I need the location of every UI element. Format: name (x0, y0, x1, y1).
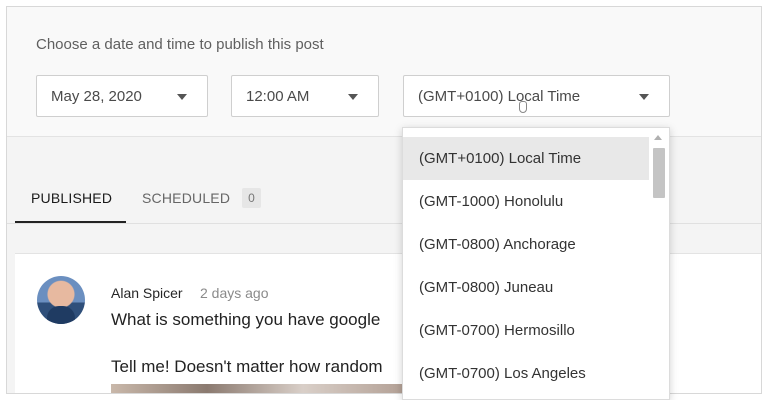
timezone-option[interactable]: (GMT-0800) Anchorage (403, 223, 651, 266)
chevron-down-icon (639, 94, 649, 100)
scrollbar-thumb[interactable] (653, 148, 665, 198)
schedule-title: Choose a date and time to publish this p… (36, 36, 324, 53)
time-value: 12:00 AM (246, 87, 310, 105)
timezone-value: (GMT+0100) Local Time (418, 87, 581, 105)
tab-published-label: PUBLISHED (31, 190, 113, 206)
avatar-shirt (47, 306, 75, 324)
tab-published[interactable]: PUBLISHED (15, 173, 126, 223)
chevron-down-icon (348, 94, 358, 100)
post-text-line: What is something you have google (111, 310, 381, 329)
tab-scheduled[interactable]: SCHEDULED 0 (142, 173, 262, 223)
schedule-panel: Choose a date and time to publish this p… (7, 7, 761, 137)
scroll-up-arrow-icon[interactable] (654, 135, 662, 140)
timezone-option[interactable]: (GMT-1000) Honolulu (403, 180, 651, 223)
date-value: May 28, 2020 (51, 87, 142, 105)
post-text-line: Tell me! Doesn't matter how random (111, 357, 383, 376)
post-image[interactable] (111, 384, 431, 393)
avatar[interactable] (37, 276, 85, 324)
mouse-cursor-icon (519, 101, 527, 113)
date-select[interactable]: May 28, 2020 (36, 75, 208, 117)
scheduled-count-badge: 0 (242, 188, 262, 208)
timezone-option[interactable]: (GMT+0100) Local Time (403, 137, 651, 180)
dropdown-scrollbar[interactable] (649, 128, 669, 399)
timezone-select[interactable]: (GMT+0100) Local Time (403, 75, 670, 117)
post-author[interactable]: Alan Spicer (111, 285, 183, 301)
timezone-option[interactable]: (GMT-0700) Hermosillo (403, 309, 651, 352)
timezone-option[interactable]: (GMT-0800) Juneau (403, 266, 651, 309)
timezone-dropdown-menu: (GMT+0100) Local Time (GMT-1000) Honolul… (402, 127, 670, 400)
time-select[interactable]: 12:00 AM (231, 75, 379, 117)
timezone-option[interactable]: (GMT-0700) Los Angeles (403, 352, 651, 395)
chevron-down-icon (177, 94, 187, 100)
post-timestamp[interactable]: 2 days ago (200, 285, 269, 301)
tab-scheduled-label: SCHEDULED (142, 190, 231, 206)
